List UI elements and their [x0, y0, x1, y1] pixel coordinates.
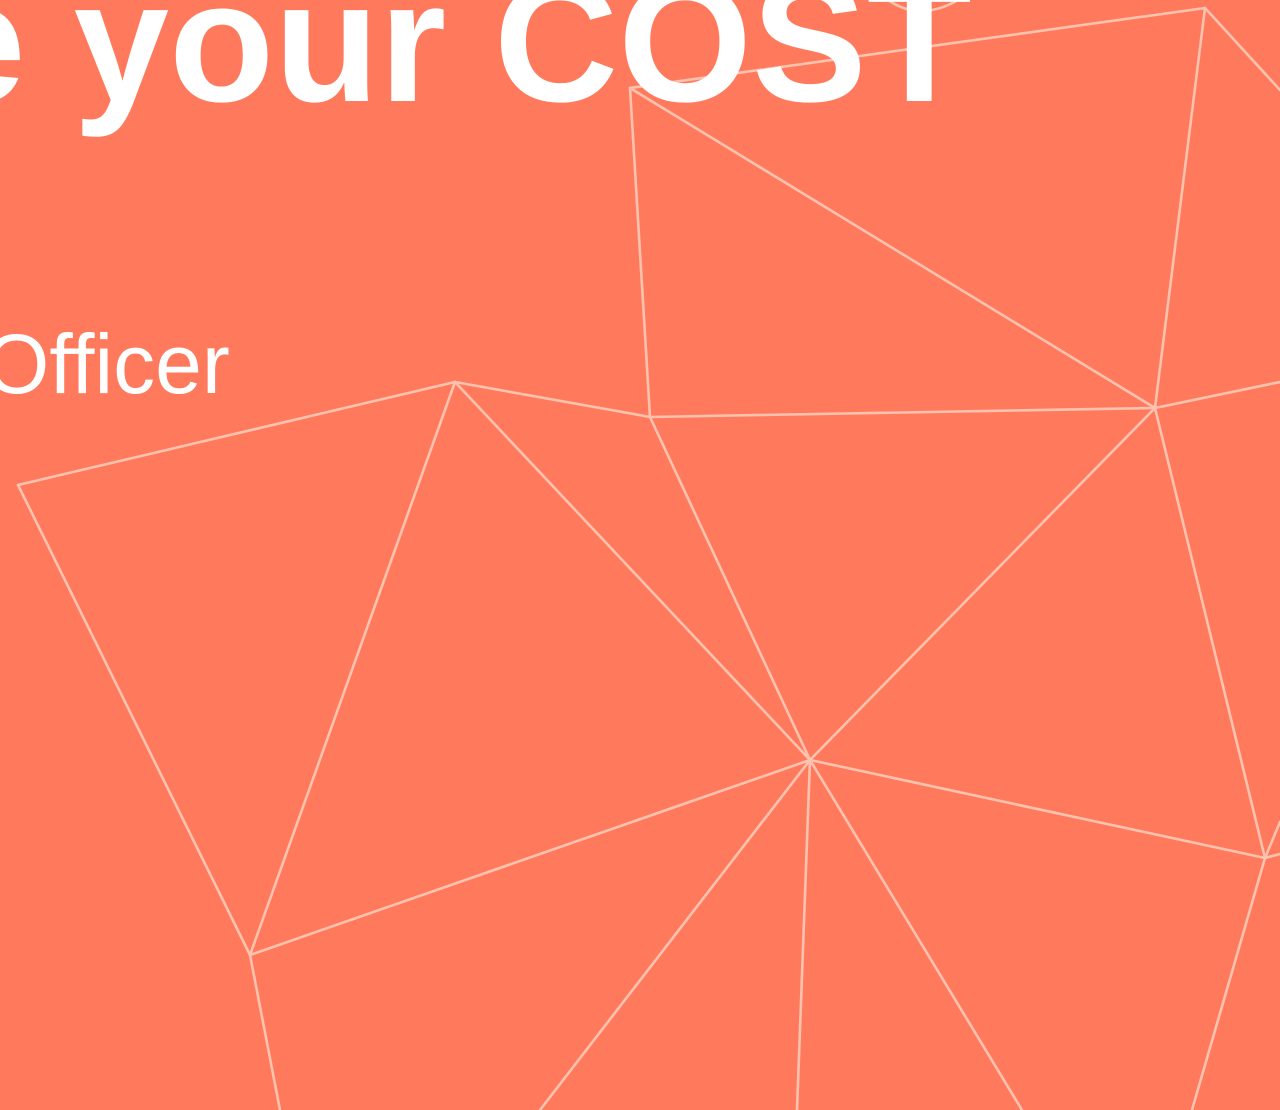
decorative-polygon-mesh — [16, 0, 1280, 1110]
slide-subtitle: Officer — [0, 317, 230, 411]
slide-canvas: e your COST Officer — [0, 0, 1280, 1110]
slide-headline: e your COST — [0, 0, 972, 138]
